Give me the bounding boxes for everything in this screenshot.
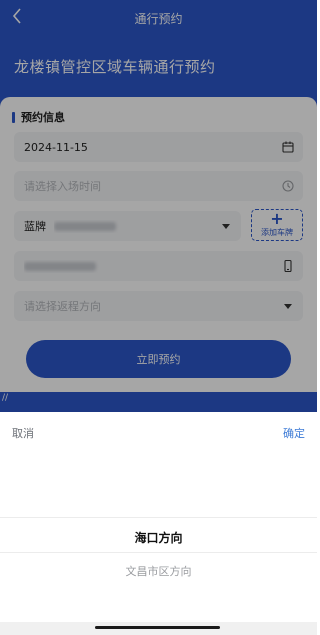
confirm-button[interactable]: 确定 — [283, 425, 305, 441]
picker-option[interactable]: 文昌市区方向 — [0, 563, 317, 579]
home-indicator[interactable] — [95, 626, 220, 629]
picker-selection-top-line — [0, 517, 317, 518]
home-bar — [0, 622, 317, 635]
direction-picker-sheet: 取消 确定 海口方向 文昌市区方向 — [0, 412, 317, 635]
cancel-button[interactable]: 取消 — [12, 425, 34, 441]
picker-selection-bottom-line — [0, 552, 317, 553]
modal-overlay[interactable] — [0, 0, 317, 412]
picker-option-selected[interactable]: 海口方向 — [0, 529, 317, 546]
